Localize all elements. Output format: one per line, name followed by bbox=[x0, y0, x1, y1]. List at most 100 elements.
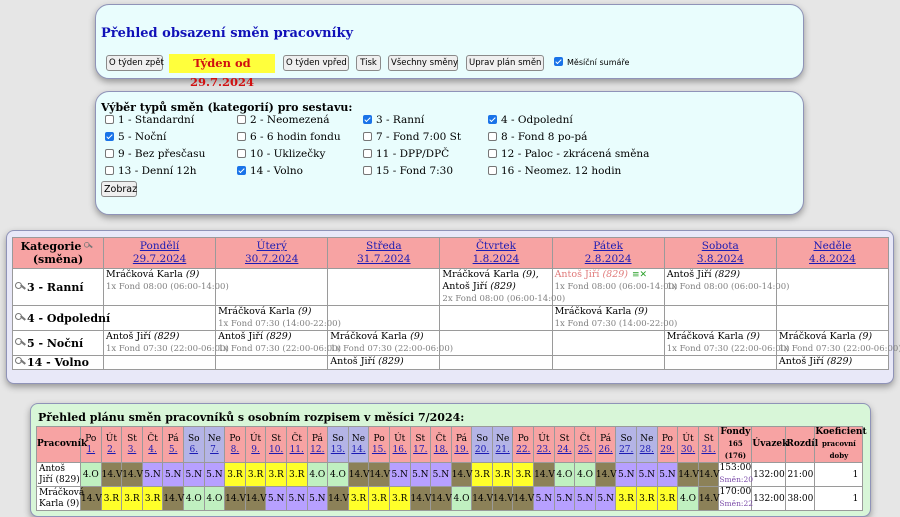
schedule-cell[interactable] bbox=[775, 268, 890, 306]
assigned-worker[interactable]: Antoš Jiří (829) bbox=[779, 356, 886, 368]
schedule-cell[interactable]: Antoš Jiří (829) 1x Fond 08:00 (06:00-14:… bbox=[663, 268, 789, 306]
schedule-cell[interactable] bbox=[327, 305, 441, 331]
category-option[interactable]: 2 - Neomezená bbox=[237, 114, 330, 126]
category-option[interactable]: 6 - 6 hodin fondu bbox=[237, 131, 341, 143]
category-option[interactable]: 10 - Uklizečky bbox=[237, 148, 325, 160]
category-option[interactable]: 14 - Volno bbox=[237, 165, 303, 177]
shift-cell[interactable]: 14.V bbox=[100, 462, 122, 487]
category-checkbox[interactable] bbox=[488, 115, 497, 124]
category-checkbox[interactable] bbox=[488, 166, 497, 175]
schedule-cell[interactable]: Antoš Jiří (829) ≡✕ 1x Fond 08:00 (06:00-1… bbox=[551, 268, 677, 306]
day-number-link[interactable]: 1. bbox=[87, 445, 96, 455]
shift-cell[interactable]: 4.O bbox=[306, 462, 329, 487]
day-date-link[interactable]: 30.7.2024 bbox=[245, 253, 298, 265]
schedule-cell[interactable]: Mráčková Karla (9), Antoš Jiří (829) 2x Fo… bbox=[439, 268, 565, 306]
day-name-link[interactable]: Pátek bbox=[593, 240, 623, 252]
day-number-link[interactable]: 23. bbox=[537, 445, 551, 455]
shift-cell[interactable]: 5.N bbox=[574, 486, 596, 511]
category-checkbox[interactable] bbox=[105, 132, 114, 141]
shift-cell[interactable]: 5.N bbox=[285, 486, 308, 511]
schedule-cell[interactable]: Mráčková Karla (9) 1x Fond 07:30 (22:00-0… bbox=[327, 330, 453, 356]
day-number-link[interactable]: 5. bbox=[169, 445, 178, 455]
day-date-link[interactable]: 31.7.2024 bbox=[357, 253, 410, 265]
day-name-link[interactable]: Pondělí bbox=[140, 240, 179, 252]
category-checkbox[interactable] bbox=[488, 132, 497, 141]
shift-cell[interactable]: 5.N bbox=[182, 462, 205, 487]
assigned-worker[interactable]: Antoš Jiří (829) bbox=[330, 356, 437, 368]
shift-cell[interactable]: 4.O bbox=[182, 486, 205, 511]
shift-cell[interactable]: 14.V bbox=[409, 486, 431, 511]
shift-cell[interactable]: 3.R bbox=[141, 486, 164, 511]
assigned-worker[interactable]: Antoš Jiří (829) ≡✕ bbox=[555, 269, 662, 281]
shift-cell[interactable]: 5.N bbox=[636, 462, 658, 487]
day-number-link[interactable]: 18. bbox=[434, 445, 448, 455]
schedule-cell[interactable] bbox=[775, 305, 890, 331]
day-number-link[interactable]: 30. bbox=[681, 445, 695, 455]
edit-plan-button[interactable]: Uprav plán směn bbox=[466, 55, 544, 71]
assigned-worker[interactable]: Antoš Jiří (829) bbox=[442, 281, 549, 293]
shift-cell[interactable]: 3.R bbox=[471, 462, 493, 487]
category-option[interactable]: 8 - Fond 8 po-pá bbox=[488, 131, 587, 143]
schedule-cell[interactable] bbox=[663, 305, 777, 331]
shift-cell[interactable]: 4.O bbox=[80, 462, 102, 487]
shift-cell[interactable]: 4.O bbox=[327, 462, 349, 487]
shift-cell[interactable]: 3.R bbox=[265, 462, 287, 487]
schedule-cell[interactable]: Mráčková Karla (9) 1x Fond 07:30 (14:00-2… bbox=[551, 305, 677, 331]
shift-cell[interactable]: 5.N bbox=[141, 462, 164, 487]
shift-cell[interactable]: 3.R bbox=[512, 462, 535, 487]
day-number-link[interactable]: 14. bbox=[351, 445, 365, 455]
day-name-link[interactable]: Úterý bbox=[257, 240, 287, 252]
shift-cell[interactable]: 3.R bbox=[347, 486, 370, 511]
shift-cell[interactable]: 5.N bbox=[306, 486, 329, 511]
key-icon[interactable] bbox=[15, 357, 25, 367]
category-checkbox[interactable] bbox=[105, 166, 114, 175]
shift-cell[interactable]: 3.R bbox=[121, 486, 143, 511]
day-number-link[interactable]: 13. bbox=[331, 445, 345, 455]
category-option[interactable]: 11 - DPP/DPČ bbox=[363, 148, 449, 160]
day-name-link[interactable]: Čtvrtek bbox=[476, 240, 516, 252]
shift-cell[interactable]: 14.V bbox=[430, 486, 452, 511]
schedule-cell[interactable] bbox=[102, 305, 217, 331]
schedule-cell[interactable]: Antoš Jiří (829) bbox=[775, 355, 890, 370]
key-icon[interactable] bbox=[15, 337, 25, 348]
shift-cell[interactable]: 14.V bbox=[697, 462, 720, 487]
schedule-cell[interactable] bbox=[439, 330, 553, 356]
shift-cell[interactable]: 4.O bbox=[203, 486, 226, 511]
day-number-link[interactable]: 16. bbox=[393, 445, 407, 455]
day-number-link[interactable]: 19. bbox=[454, 445, 468, 455]
day-number-link[interactable]: 26. bbox=[598, 445, 612, 455]
shift-cell[interactable]: 5.N bbox=[533, 486, 555, 511]
shift-cell[interactable]: 14.V bbox=[224, 486, 246, 511]
schedule-cell[interactable] bbox=[551, 355, 665, 370]
day-number-link[interactable]: 9. bbox=[251, 445, 260, 455]
shift-cell[interactable]: 3.R bbox=[100, 486, 123, 511]
day-date-link[interactable]: 4.8.2024 bbox=[809, 253, 856, 265]
schedule-cell[interactable] bbox=[215, 355, 329, 370]
day-number-link[interactable]: 15. bbox=[372, 445, 386, 455]
schedule-cell[interactable]: Mráčková Karla (9) 1x Fond 07:30 (14:00-2… bbox=[215, 305, 341, 331]
day-number-link[interactable]: 7. bbox=[210, 445, 219, 455]
day-number-link[interactable]: 11. bbox=[290, 445, 304, 455]
schedule-cell[interactable]: Mráčková Karla (9) 1x Fond 07:30 (22:00-0… bbox=[663, 330, 789, 356]
shift-cell[interactable]: 14.V bbox=[121, 462, 143, 487]
monthly-sums-checkbox[interactable] bbox=[554, 57, 563, 66]
prev-week-button[interactable]: O týden zpět bbox=[106, 55, 164, 71]
shift-cell[interactable]: 3.R bbox=[615, 486, 638, 511]
shift-cell[interactable]: 5.N bbox=[656, 462, 679, 487]
day-name-link[interactable]: Neděle bbox=[813, 240, 851, 252]
category-option[interactable]: 15 - Fond 7:30 bbox=[363, 165, 453, 177]
assigned-worker[interactable]: Mráčková Karla (9), bbox=[442, 269, 549, 281]
shift-cell[interactable]: 14.V bbox=[368, 462, 390, 487]
day-number-link[interactable]: 8. bbox=[231, 445, 240, 455]
shift-cell[interactable]: 14.V bbox=[162, 486, 184, 511]
assigned-worker[interactable]: Mráčková Karla (9) bbox=[555, 306, 662, 318]
category-option[interactable]: 5 - Noční bbox=[105, 131, 166, 143]
shift-cell[interactable]: 14.V bbox=[244, 486, 267, 511]
schedule-cell[interactable] bbox=[215, 268, 329, 306]
shift-cell[interactable]: 14.V bbox=[594, 462, 617, 487]
category-option[interactable]: 1 - Standardní bbox=[105, 114, 194, 126]
remove-shift-icon[interactable]: ≡✕ bbox=[632, 270, 647, 280]
shift-cell[interactable]: 5.N bbox=[430, 462, 452, 487]
day-number-link[interactable]: 3. bbox=[128, 445, 137, 455]
all-shifts-button[interactable]: Všechny směny bbox=[388, 55, 458, 71]
